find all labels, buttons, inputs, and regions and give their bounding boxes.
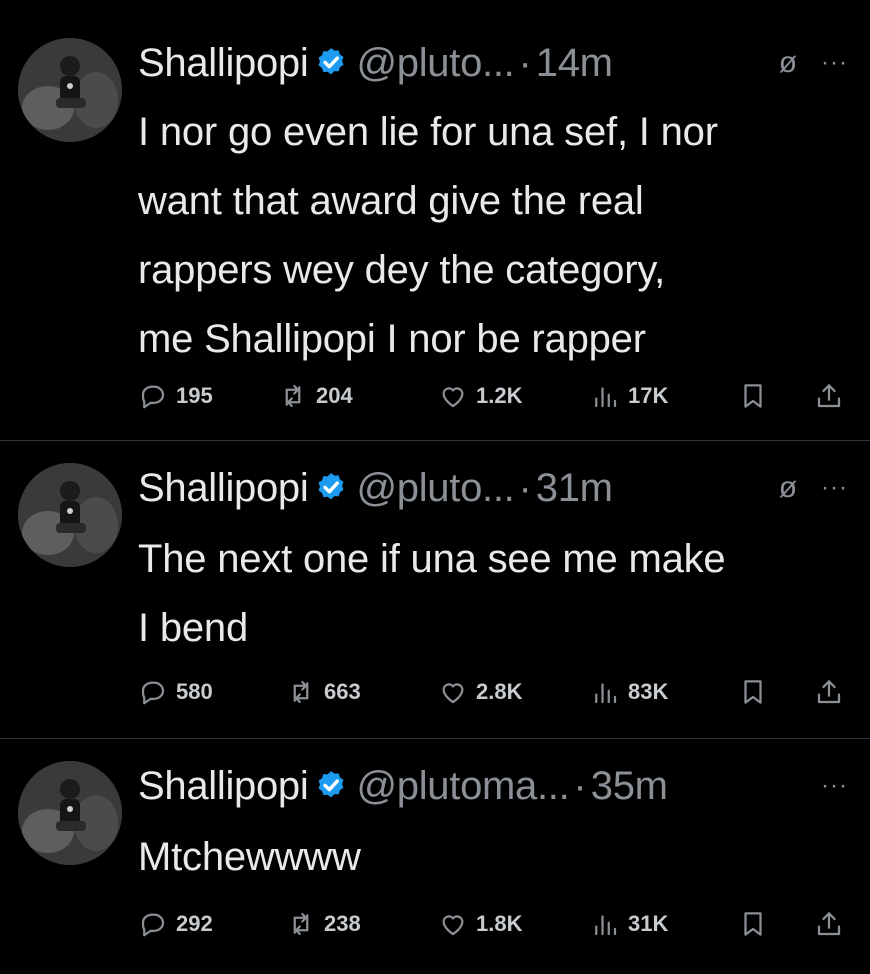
- bookmark-icon: [744, 912, 762, 936]
- views-icon: [595, 915, 617, 936]
- retweet-icon: [285, 384, 301, 408]
- handle[interactable]: @pluto...: [356, 41, 514, 86]
- more-options-icon[interactable]: ···: [821, 772, 848, 800]
- retweet-icon: [293, 912, 309, 936]
- tweet-text-line: want that award give the real: [138, 179, 644, 223]
- views-icon: [595, 387, 617, 408]
- display-name[interactable]: Shallipopi: [138, 764, 309, 809]
- reply-count: 195: [176, 383, 213, 408]
- separator-dot: ·: [518, 465, 532, 510]
- tweet-text-line: I nor go even lie for una sef, I nor: [138, 110, 718, 154]
- tweet-header: Shallipopi @pluto... · 31m: [138, 463, 613, 513]
- handle[interactable]: @plutoma...: [356, 764, 569, 809]
- views-count: 17K: [628, 383, 669, 408]
- reply-icon: [141, 913, 165, 937]
- handle[interactable]: @pluto...: [356, 466, 514, 511]
- avatar[interactable]: [18, 463, 122, 567]
- separator-dot: ·: [573, 763, 587, 808]
- share-icon: [817, 384, 841, 408]
- separator-dot: ·: [518, 40, 532, 85]
- reply-count: 292: [176, 911, 213, 936]
- bookmark-icon: [744, 384, 762, 408]
- views-icon: [595, 683, 617, 704]
- timestamp[interactable]: 14m: [536, 41, 613, 86]
- tweet-header: Shallipopi @pluto... · 14m: [138, 38, 613, 88]
- heart-icon: [442, 387, 464, 408]
- tweet-actions: 292 238 1.8K 31K: [138, 904, 850, 944]
- header-actions: ø ···: [779, 463, 848, 513]
- more-options-icon[interactable]: ···: [821, 49, 848, 77]
- retweet-count: 663: [324, 679, 361, 704]
- like-button[interactable]: 1.8K: [438, 904, 522, 944]
- reply-button[interactable]: 195: [138, 376, 213, 416]
- heart-icon: [442, 915, 464, 936]
- retweet-button[interactable]: 204: [278, 376, 353, 416]
- tweet[interactable]: Shallipopi @pluto... · 31m ø ··· The nex…: [0, 441, 870, 738]
- tweet-text-line: I bend: [138, 606, 249, 650]
- like-count: 1.2K: [476, 383, 523, 408]
- tweet[interactable]: Shallipopi @plutoma... · 35m ··· Mtcheww…: [0, 739, 870, 974]
- like-button[interactable]: 2.8K: [438, 672, 522, 712]
- like-button[interactable]: 1.2K: [438, 376, 522, 416]
- bookmark-button[interactable]: [738, 376, 776, 416]
- retweet-count: 238: [324, 911, 361, 936]
- share-button[interactable]: [814, 904, 852, 944]
- views-count: 83K: [628, 679, 669, 704]
- retweet-button[interactable]: 663: [286, 672, 361, 712]
- reply-icon: [141, 385, 165, 409]
- bookmark-button[interactable]: [738, 672, 776, 712]
- tweet-actions: 195 204 1.2K 17K: [138, 376, 850, 416]
- tweet-text: Mtchewwww: [138, 823, 848, 892]
- share-icon: [817, 912, 841, 936]
- timestamp[interactable]: 31m: [536, 466, 613, 511]
- retweet-button[interactable]: 238: [286, 904, 361, 944]
- more-options-icon[interactable]: ···: [821, 474, 848, 502]
- no-reply-icon: ø: [778, 471, 798, 504]
- avatar[interactable]: [18, 38, 122, 142]
- verified-badge-icon: [314, 46, 348, 80]
- like-count: 1.8K: [476, 911, 523, 936]
- tweet-header: Shallipopi @plutoma... · 35m: [138, 761, 668, 811]
- bookmark-icon: [744, 680, 762, 704]
- verified-badge-icon: [314, 471, 348, 505]
- display-name[interactable]: Shallipopi: [138, 41, 309, 86]
- reply-count: 580: [176, 679, 213, 704]
- share-icon: [817, 680, 841, 704]
- views-button[interactable]: 31K: [590, 904, 668, 944]
- retweet-count: 204: [316, 383, 353, 408]
- header-actions: ···: [821, 761, 848, 811]
- share-button[interactable]: [814, 376, 852, 416]
- like-count: 2.8K: [476, 679, 523, 704]
- reply-icon: [141, 681, 165, 705]
- reply-button[interactable]: 580: [138, 672, 213, 712]
- tweet-actions: 580 663 2.8K 83K: [138, 672, 850, 712]
- no-reply-icon: ø: [778, 46, 798, 79]
- tweet-text-line: rappers wey dey the category,: [138, 248, 666, 292]
- tweet-text-line: me Shallipopi I nor be rapper: [138, 317, 646, 361]
- tweet-text: The next one if una see me make I bend: [138, 525, 848, 663]
- views-button[interactable]: 83K: [590, 672, 668, 712]
- views-button[interactable]: 17K: [590, 376, 668, 416]
- timestamp[interactable]: 35m: [591, 764, 668, 809]
- verified-badge-icon: [314, 769, 348, 803]
- display-name[interactable]: Shallipopi: [138, 466, 309, 511]
- tweet-text-line: The next one if una see me make: [138, 537, 726, 581]
- views-count: 31K: [628, 911, 669, 936]
- bookmark-button[interactable]: [738, 904, 776, 944]
- share-button[interactable]: [814, 672, 852, 712]
- retweet-icon: [293, 680, 309, 704]
- reply-button[interactable]: 292: [138, 904, 213, 944]
- header-actions: ø ···: [779, 38, 848, 88]
- tweet-text-line: Mtchewwww: [138, 835, 361, 879]
- tweet-text: I nor go even lie for una sef, I nor wan…: [138, 98, 848, 374]
- avatar[interactable]: [18, 761, 122, 865]
- tweet[interactable]: Shallipopi @pluto... · 14m ø ··· I nor g…: [0, 0, 870, 440]
- heart-icon: [442, 683, 464, 704]
